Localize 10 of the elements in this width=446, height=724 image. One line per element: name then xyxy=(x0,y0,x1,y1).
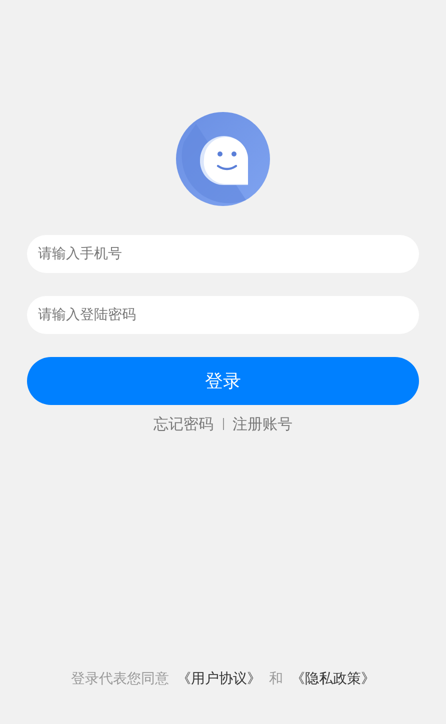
agreement-text: 登录代表您同意 xyxy=(71,670,169,689)
privacy-policy-link[interactable]: 《隐私政策》 xyxy=(291,669,375,690)
user-agreement-link[interactable]: 《用户协议》 xyxy=(177,669,261,690)
password-input-field[interactable]: 请输入登陆密码 xyxy=(27,296,419,334)
register-account-link[interactable]: 注册账号 xyxy=(232,413,292,436)
login-button[interactable]: 登录 xyxy=(27,357,419,405)
forgot-password-link[interactable]: 忘记密码 xyxy=(154,413,214,436)
phone-input-field[interactable]: 请输入手机号 xyxy=(27,235,419,273)
smiley-chat-logo-icon xyxy=(176,112,270,206)
conjunction-text: 和 xyxy=(269,670,283,689)
